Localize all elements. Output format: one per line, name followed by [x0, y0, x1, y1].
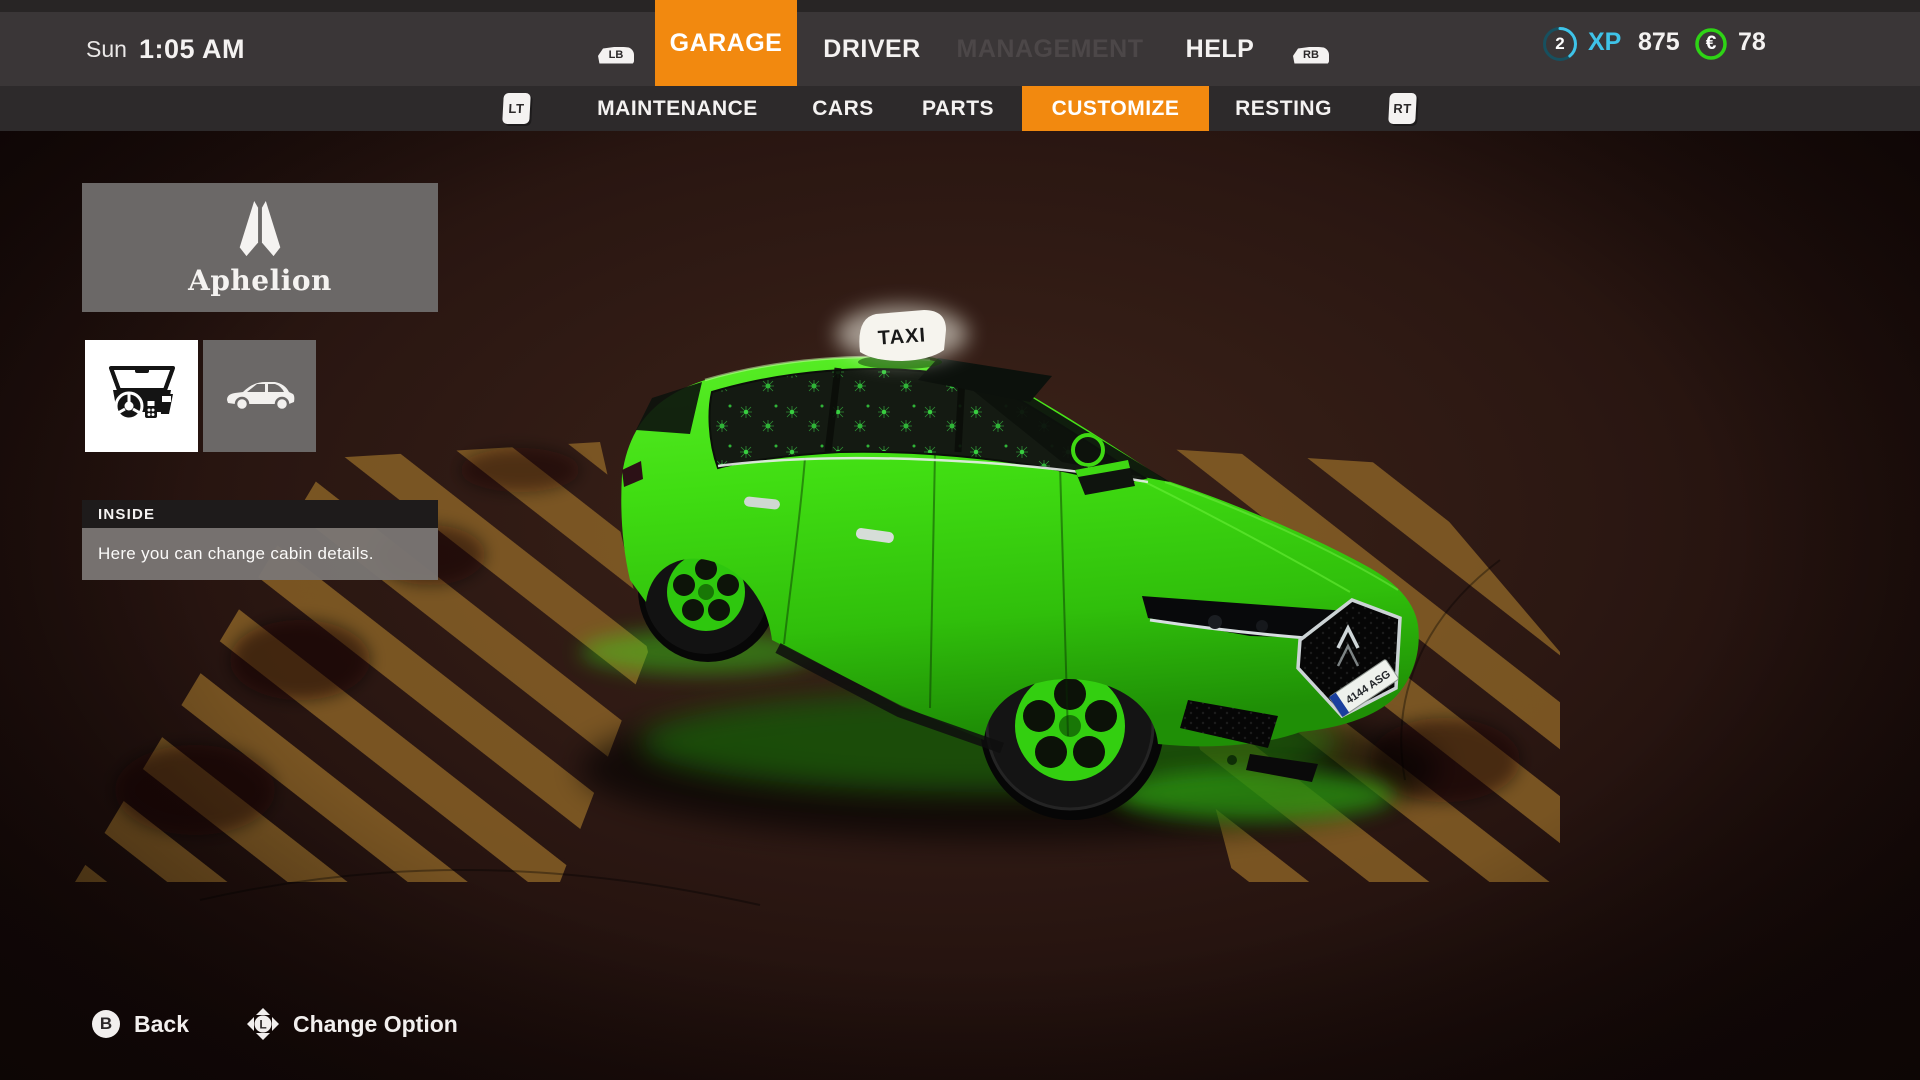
subtab-customize-label: CUSTOMIZE — [1052, 97, 1180, 121]
back-hint[interactable]: B Back — [92, 1010, 189, 1038]
tab-garage[interactable]: GARAGE — [655, 0, 797, 86]
subtab-cars-label: CARS — [812, 97, 874, 121]
section-title: INSIDE — [98, 506, 155, 523]
section-description-box: Here you can change cabin details. — [82, 528, 438, 580]
clock-time: 1:05 AM — [139, 34, 245, 65]
change-option-label: Change Option — [293, 1011, 458, 1038]
back-label: Back — [134, 1011, 189, 1038]
clock-day: Sun — [86, 36, 127, 63]
euro-icon: € — [1694, 27, 1728, 61]
b-button-icon: B — [92, 1010, 120, 1038]
car-side-icon — [223, 376, 297, 416]
top-bar: Sun 1:05 AM LB GARAGE DRIVER MANAGEMENT … — [0, 0, 1920, 86]
customize-part-thumbnails — [85, 340, 316, 452]
controller-hints: B Back L Change Option — [92, 1004, 458, 1044]
garage-subnav: LT MAINTENANCE CARS PARTS CUSTOMIZE REST… — [0, 86, 1920, 131]
subtab-maintenance[interactable]: MAINTENANCE — [575, 86, 780, 131]
svg-text:L: L — [259, 1018, 266, 1032]
tab-garage-label: GARAGE — [670, 29, 783, 58]
tab-help[interactable]: HELP — [1178, 0, 1262, 86]
tab-management: MANAGEMENT — [950, 0, 1150, 86]
lb-button-icon: LB — [598, 0, 634, 98]
change-option-hint[interactable]: L Change Option — [247, 1008, 458, 1040]
brand-name: Aphelion — [188, 264, 332, 297]
thumbnail-interior[interactable] — [85, 340, 198, 452]
section-header: INSIDE — [82, 500, 438, 528]
xp-level-value: 2 — [1541, 34, 1579, 54]
xp-value: 875 — [1638, 28, 1680, 57]
aphelion-logo-icon — [231, 198, 289, 262]
tab-help-label: HELP — [1186, 35, 1255, 64]
dashboard-icon — [103, 360, 181, 432]
subtab-cars[interactable]: CARS — [798, 86, 888, 131]
tab-driver[interactable]: DRIVER — [822, 0, 922, 86]
subtab-maintenance-label: MAINTENANCE — [597, 97, 758, 121]
subtab-customize[interactable]: CUSTOMIZE — [1022, 86, 1209, 131]
subtab-parts[interactable]: PARTS — [908, 86, 1008, 131]
tab-driver-label: DRIVER — [823, 35, 920, 64]
left-stick-icon: L — [247, 1008, 279, 1040]
money-value: 78 — [1738, 28, 1766, 57]
thumbnail-exterior[interactable] — [203, 340, 316, 452]
subtab-resting-label: RESTING — [1235, 97, 1332, 121]
lt-button-icon: LT — [496, 86, 536, 131]
rt-button-icon: RT — [1382, 86, 1422, 131]
subtab-resting[interactable]: RESTING — [1226, 86, 1341, 131]
subtab-parts-label: PARTS — [922, 97, 994, 121]
game-clock: Sun 1:05 AM — [86, 12, 245, 86]
rb-button-icon: RB — [1293, 0, 1329, 98]
tab-management-label: MANAGEMENT — [957, 35, 1144, 64]
xp-label: XP — [1588, 28, 1621, 57]
euro-symbol: € — [1694, 33, 1728, 55]
section-description: Here you can change cabin details. — [98, 544, 374, 564]
xp-level-badge: 2 — [1541, 25, 1579, 63]
brand-card: Aphelion — [82, 183, 438, 312]
